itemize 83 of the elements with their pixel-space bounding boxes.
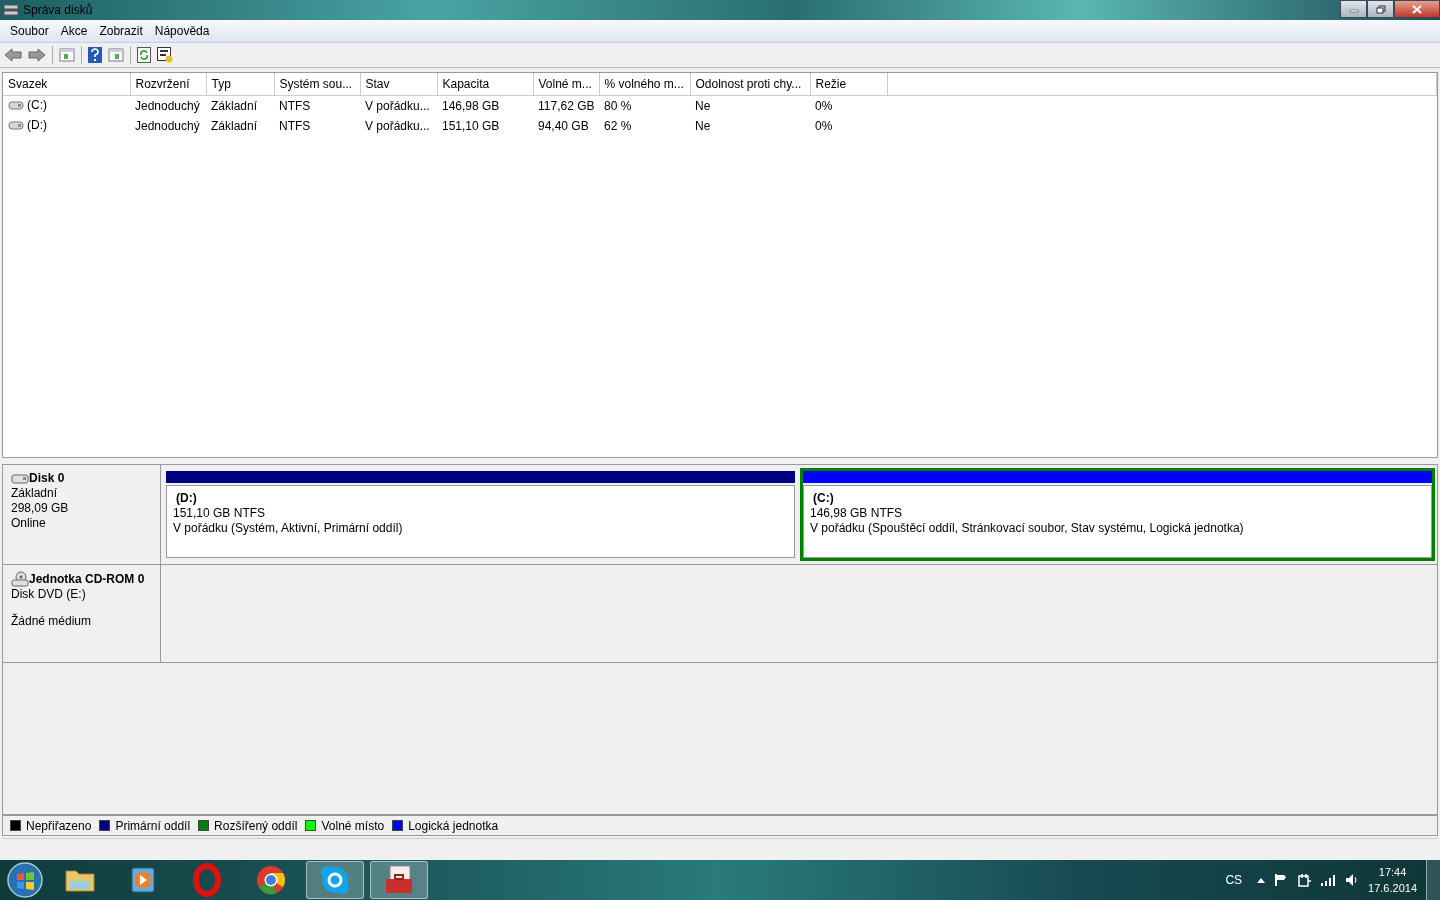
table-cell: 80 %: [604, 99, 632, 113]
menu-item[interactable]: Zobrazit: [93, 22, 149, 40]
drive-icon: [8, 119, 24, 131]
table-cell: Ne: [695, 119, 711, 133]
optical-drive-icon: [11, 571, 29, 587]
legend-label: Rozšířený oddíl: [214, 817, 298, 835]
power-plug-icon[interactable]: [1297, 873, 1312, 887]
app-icon: [3, 3, 19, 17]
speaker-icon[interactable]: [1345, 873, 1360, 887]
disk-detail: Disk DVD (E:): [11, 587, 87, 602]
table-cell: 0%: [815, 99, 833, 113]
show-desktop-button[interactable]: [1426, 860, 1440, 900]
partition-block[interactable]: (C:) 146,98 GB NTFS V pořádku (Spouštěcí oddíl, Stránkovací soubor, Stav systému, Logická jednotka): [800, 468, 1435, 561]
disk-status: Žádné médium: [11, 614, 93, 629]
table-cell: Ne: [695, 99, 711, 113]
table-cell: Základní: [211, 119, 258, 133]
window-title: Správa disků: [23, 2, 93, 19]
disk-detail: Základní: [11, 486, 59, 501]
signal-bars-icon[interactable]: [1320, 874, 1337, 886]
partition-label: (C:): [812, 491, 835, 506]
disk-name: Jednotka CD-ROM 0: [29, 571, 145, 587]
table-cell: Jednoduchý: [135, 99, 200, 113]
column-header[interactable]: Režie: [810, 73, 887, 96]
restore-icon: [1375, 4, 1386, 14]
disk-detail: Online: [11, 516, 47, 531]
column-header[interactable]: Typ: [206, 73, 274, 96]
partition-status: V pořádku (Spouštěcí oddíl, Stránkovací soubor, Stav systému, Logická jednotka): [810, 521, 1245, 536]
close-button[interactable]: [1394, 0, 1440, 18]
partition-size: 151,10 GB NTFS: [173, 506, 267, 521]
table-cell: V pořádku...: [365, 99, 430, 113]
pane-view-icon[interactable]: [108, 48, 124, 62]
taskbar-button[interactable]: [370, 861, 428, 899]
partition-size: 146,98 GB NTFS: [810, 506, 904, 521]
table-cell: 62 %: [604, 119, 632, 133]
browser-icon: [254, 863, 288, 897]
forward-arrow-icon[interactable]: [28, 48, 46, 62]
menu-item[interactable]: Soubor: [4, 22, 55, 40]
close-icon: [1412, 4, 1422, 14]
column-header[interactable]: Odolnost proti chy...: [690, 73, 810, 96]
disk-name: Disk 0: [29, 471, 65, 486]
flag-icon[interactable]: [1274, 873, 1289, 887]
table-cell: 146,98 GB: [442, 99, 500, 113]
language-indicator[interactable]: CS: [1225, 871, 1243, 889]
maximize-button[interactable]: [1367, 0, 1394, 18]
table-cell-text: (C:): [27, 97, 47, 114]
table-cell: Základní: [211, 99, 258, 113]
start-orb-icon[interactable]: [6, 861, 44, 899]
column-header[interactable]: Volné m...: [533, 73, 599, 96]
table-cell: Jednoduchý: [135, 119, 200, 133]
help-icon[interactable]: [88, 47, 102, 63]
table-cell: 151,10 GB: [442, 119, 500, 133]
table-cell-text: (D:): [27, 117, 47, 134]
column-header[interactable]: Systém sou...: [274, 73, 360, 96]
column-header[interactable]: Svazek: [3, 73, 130, 96]
pane-view-icon[interactable]: [59, 48, 75, 62]
column-header[interactable]: % volného m...: [599, 73, 690, 96]
legend-label: Logická jednotka: [408, 817, 499, 835]
table-cell: 117,62 GB: [538, 99, 595, 113]
drive-icon: [8, 99, 24, 111]
table-cell: NTFS: [279, 119, 311, 133]
legend-label: Primární oddíl: [115, 817, 191, 835]
refresh-icon[interactable]: [137, 47, 151, 63]
column-header[interactable]: Stav: [360, 73, 437, 96]
partition-label: (D:): [175, 491, 198, 506]
table-cell: V pořádku...: [365, 119, 430, 133]
column-header[interactable]: Rozvržení: [130, 73, 206, 96]
ring-icon: [190, 863, 224, 897]
show-hidden-icons-icon[interactable]: [1257, 877, 1266, 883]
back-arrow-icon[interactable]: [4, 48, 22, 62]
minimize-button[interactable]: [1340, 0, 1367, 18]
taskbar-button[interactable]: [306, 861, 364, 899]
partition-status: V pořádku (Systém, Aktivní, Primární oddíl): [173, 521, 404, 536]
disk-detail: 298,09 GB: [11, 501, 70, 516]
table-cell: NTFS: [279, 99, 311, 113]
menu-item[interactable]: Akce: [54, 22, 94, 40]
legend-label: Nepřiřazeno: [26, 817, 92, 835]
hard-drive-icon: [11, 472, 29, 485]
clock[interactable]: 17:44 17.6.2014: [1368, 864, 1417, 896]
column-header[interactable]: Kapacita: [437, 73, 533, 96]
table-cell: 0%: [815, 119, 833, 133]
legend-label: Volné místo: [321, 817, 385, 835]
table-cell: 94,40 GB: [538, 119, 589, 133]
menu-item[interactable]: Nápověda: [148, 22, 216, 40]
